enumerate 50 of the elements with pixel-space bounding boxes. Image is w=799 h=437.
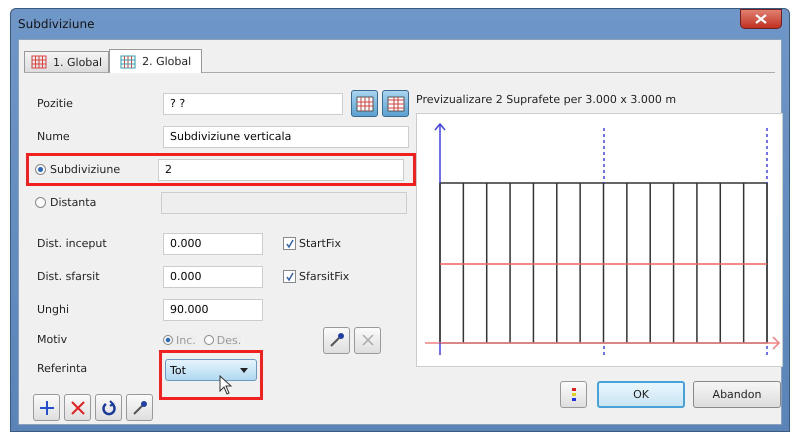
cross-icon [70,400,86,416]
input-field[interactable]: ? ? [163,92,343,114]
input-field[interactable]: 2 [158,158,404,180]
grid-icon [386,96,404,112]
checkbox[interactable]: SfarsitFix [283,270,350,283]
grid-button[interactable] [382,90,409,117]
close-button[interactable] [740,9,782,29]
layers-button[interactable] [560,381,587,408]
eyedropper-icon [130,398,148,416]
tab[interactable]: 1. Global [24,51,110,72]
picker-button[interactable] [126,394,153,421]
grid-icon [31,55,47,69]
refresh-icon [100,400,116,416]
input-field[interactable]: 90.000 [163,298,263,320]
close-icon [755,14,767,24]
field-label: Referinta [36,361,88,377]
picker-button[interactable] [323,326,350,354]
check-icon [284,238,294,248]
delete-button[interactable] [64,394,91,421]
eyedropper-icon [328,331,346,349]
cross-icon [360,333,374,347]
radio-option[interactable]: Distanta [29,192,161,214]
field-label: Unghi [36,302,70,318]
field-label: Pozitie [36,96,74,112]
dialog-button[interactable]: Abandon [693,381,781,408]
checkbox[interactable]: StartFix [283,237,341,250]
grid-icon [356,96,374,112]
input-field[interactable]: Subdiviziune verticala [163,126,409,148]
field-label: Dist. inceput [36,236,108,252]
preview-caption: Previzualizare 2 Suprafete per 3.000 x 3.000 m [416,92,678,108]
check-icon [284,272,294,282]
add-button[interactable] [33,394,60,421]
plus-icon [38,400,54,416]
field-label: Dist. sfarsit [36,268,101,284]
field-label: Nume [36,128,71,144]
tab[interactable]: 2. Global [109,49,202,73]
input-field[interactable]: 0.000 [163,232,263,254]
caret-icon [240,368,248,372]
input-field[interactable]: 0.000 [163,266,263,288]
refresh-button[interactable] [95,394,122,421]
dropdown[interactable]: Tot [165,359,257,381]
grid-icon [120,54,136,68]
cursor-icon [219,375,233,395]
field-label: Motiv [36,332,68,348]
radio-option[interactable]: Subdiviziune [29,158,158,180]
input-field[interactable] [161,192,407,214]
dots-icon [570,386,576,402]
dialog-button[interactable]: OK [597,381,685,408]
window-title: Subdiviziune [18,17,94,31]
grid-button[interactable] [351,90,378,117]
